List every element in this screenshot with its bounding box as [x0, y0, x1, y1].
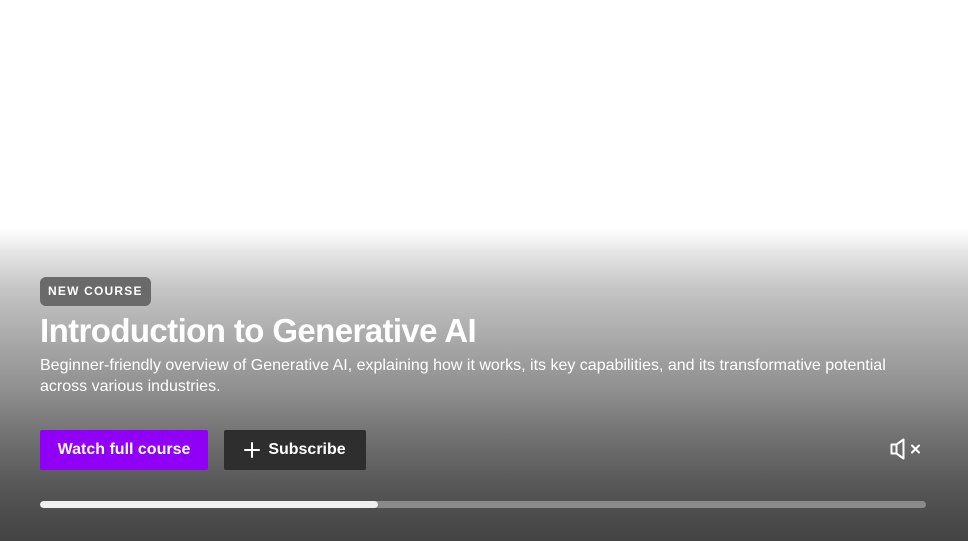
subscribe-label: Subscribe: [268, 441, 346, 458]
video-progress-fill: [40, 501, 379, 508]
subscribe-button[interactable]: Subscribe: [224, 430, 366, 470]
video-progress-bar[interactable]: [40, 501, 926, 508]
course-title: Introduction to Generative AI: [40, 312, 477, 349]
speaker-muted-icon: [889, 437, 923, 466]
course-description: Beginner-friendly overview of Generative…: [40, 357, 886, 395]
watch-full-course-label: Watch full course: [57, 441, 191, 458]
watch-full-course-button[interactable]: Watch full course: [40, 430, 208, 470]
plus-icon: [244, 442, 261, 458]
course-hero: NEW COURSE Introduction to Generative AI…: [0, 0, 968, 541]
mute-toggle[interactable]: [889, 438, 925, 464]
new-course-badge: NEW COURSE: [40, 277, 151, 306]
